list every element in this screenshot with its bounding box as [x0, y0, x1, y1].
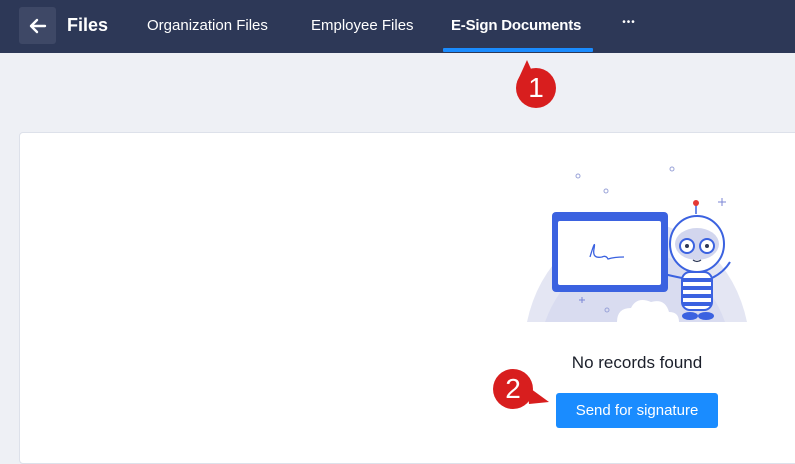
page-title: Files	[67, 15, 109, 35]
send-for-signature-button[interactable]: Send for signature	[556, 393, 718, 428]
back-button[interactable]	[19, 7, 56, 44]
callout-badge-1: 1	[516, 68, 556, 108]
callout-2-pointer	[527, 386, 549, 404]
active-tab-indicator	[443, 48, 593, 52]
empty-state-illustration	[527, 166, 747, 322]
more-tabs-button[interactable]: •••	[617, 10, 641, 34]
arrow-left-icon	[29, 18, 46, 33]
tab-e-sign-documents[interactable]: E-Sign Documents	[451, 16, 581, 36]
tab-employee-files[interactable]: Employee Files	[311, 16, 414, 36]
empty-state-message: No records found	[571, 353, 703, 372]
tab-organization-files[interactable]: Organization Files	[147, 16, 268, 36]
more-horizontal-icon: •••	[622, 16, 636, 28]
top-nav-bar: Files Organization Files Employee Files …	[0, 0, 795, 53]
